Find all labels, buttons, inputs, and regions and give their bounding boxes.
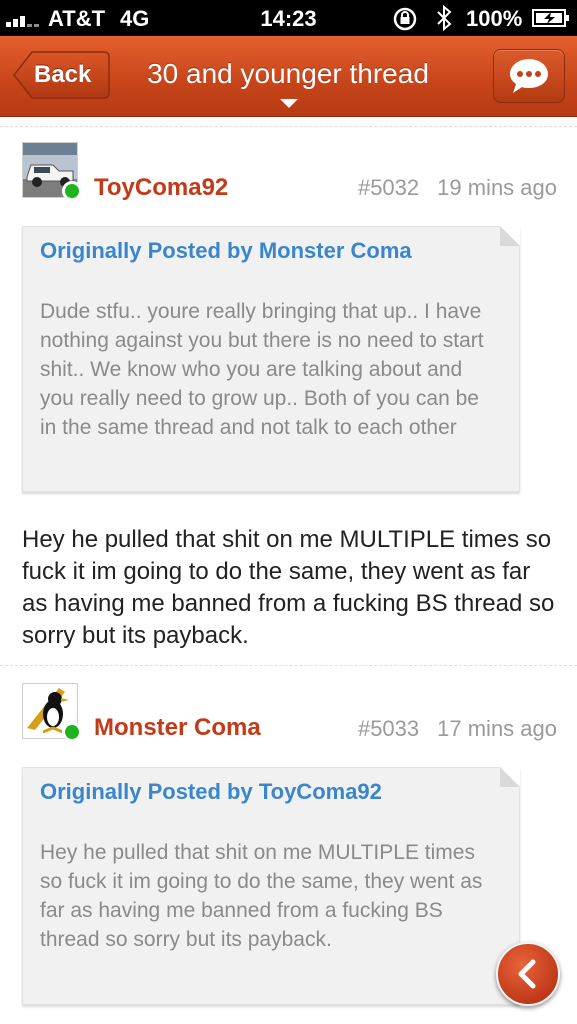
post-meta: #5032 19 mins ago: [358, 175, 557, 201]
floating-back-button[interactable]: [496, 942, 560, 1006]
quote-fold-corner: [500, 767, 520, 787]
post-divider: [0, 126, 577, 127]
quote-fold-corner: [500, 226, 520, 246]
navigation-bar: Back 30 and younger thread: [0, 36, 577, 117]
back-button[interactable]: Back: [12, 50, 110, 100]
post-divider: [0, 665, 577, 666]
page-title[interactable]: 30 and younger thread: [118, 58, 458, 90]
post-time: 17 mins ago: [437, 716, 557, 741]
post-number[interactable]: #5033: [358, 716, 419, 741]
title-dropdown-caret-icon[interactable]: [280, 99, 298, 108]
quote-text: Hey he pulled that shit on me MULTIPLE t…: [40, 841, 483, 951]
post-body: Hey he pulled that shit on me MULTIPLE t…: [22, 526, 555, 649]
reply-button[interactable]: [493, 49, 565, 103]
online-status-icon: [62, 181, 82, 201]
rotation-lock-icon: [393, 7, 417, 31]
battery-charging-icon: [532, 9, 569, 27]
quote-text: Dude stfu.. youre really bringing that u…: [40, 300, 484, 439]
quote-block: Originally Posted by ToyComa92 Hey he pu…: [22, 767, 520, 1005]
chevron-left-icon: [518, 959, 536, 989]
post-username[interactable]: Monster Coma: [94, 714, 261, 742]
post-number[interactable]: #5032: [358, 175, 419, 200]
battery-percentage: 100%: [466, 6, 523, 31]
bluetooth-icon: [437, 5, 452, 31]
quote-author[interactable]: Originally Posted by Monster Coma: [40, 238, 412, 264]
post-username[interactable]: ToyComa92: [94, 174, 228, 202]
status-bar: AT&T 4G 14:23 100%: [0, 0, 577, 36]
quote-author[interactable]: Originally Posted by ToyComa92: [40, 779, 382, 805]
chat-bubble-icon: [510, 59, 548, 93]
post-time: 19 mins ago: [437, 175, 557, 200]
quote-block: Originally Posted by Monster Coma Dude s…: [22, 226, 520, 492]
online-status-icon: [62, 722, 82, 742]
back-button-label: Back: [34, 61, 92, 88]
post-meta: #5033 17 mins ago: [358, 716, 557, 742]
